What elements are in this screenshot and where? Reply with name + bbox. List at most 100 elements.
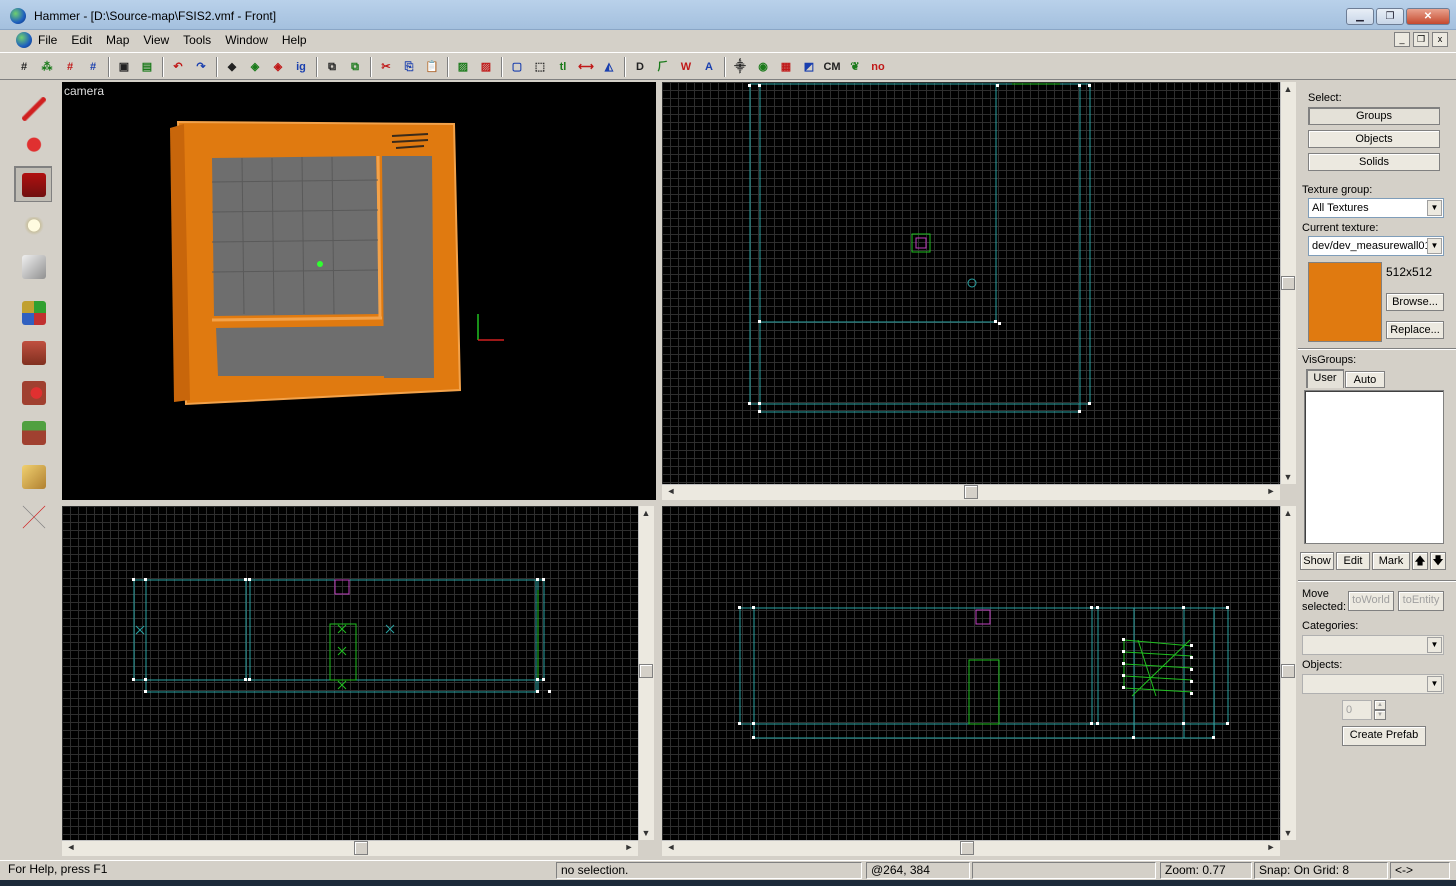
browse-button[interactable]: Browse...: [1386, 293, 1444, 311]
vertex-icon[interactable]: ⸎: [730, 57, 750, 77]
scroll-left-icon[interactable]: ◄: [664, 842, 678, 852]
to-entity-button[interactable]: toEntity: [1398, 591, 1444, 611]
hide-icon[interactable]: ◈: [245, 57, 265, 77]
paste-icon[interactable]: 📋: [422, 57, 442, 77]
scroll-thumb[interactable]: [964, 485, 978, 499]
scroll-up-icon[interactable]: ▲: [1281, 508, 1295, 518]
apply-texture-button[interactable]: [14, 334, 52, 370]
carve-icon[interactable]: ◆: [222, 57, 242, 77]
visgroup-mark-button[interactable]: Mark: [1372, 552, 1410, 570]
texture-group-select[interactable]: All Textures ▼: [1308, 198, 1444, 218]
front-view-hscroll[interactable]: ◄ ►: [62, 840, 638, 856]
side-view-hscroll[interactable]: ◄ ►: [662, 840, 1280, 856]
toggle-texlock-icon[interactable]: ▨: [476, 57, 496, 77]
menu-window[interactable]: Window: [225, 33, 268, 47]
objects-select[interactable]: ▼: [1302, 674, 1444, 694]
visgroups-list[interactable]: [1304, 390, 1444, 544]
scroll-up-icon[interactable]: ▲: [639, 508, 653, 518]
tab-auto[interactable]: Auto: [1345, 371, 1385, 388]
scroll-up-icon[interactable]: ▲: [1281, 84, 1295, 94]
tl-icon[interactable]: tl: [553, 57, 573, 77]
scroll-down-icon[interactable]: ▼: [1281, 828, 1295, 838]
top-view-vscroll[interactable]: ▲ ▼: [1280, 82, 1296, 484]
copy-icon[interactable]: ⎘: [399, 57, 419, 77]
grid-3d-icon[interactable]: ⁂: [37, 57, 57, 77]
toggle-helpers-icon[interactable]: ▨: [453, 57, 473, 77]
visgroup-show-button[interactable]: Show: [1300, 552, 1334, 570]
categories-select[interactable]: ▼: [1302, 635, 1444, 655]
mdi-minimize-button[interactable]: _: [1394, 32, 1410, 47]
show-3d-icon[interactable]: ◉: [753, 57, 773, 77]
models-icon[interactable]: ▦: [776, 57, 796, 77]
cut-icon[interactable]: ✂: [376, 57, 396, 77]
chevron-down-icon[interactable]: ▼: [1427, 676, 1442, 692]
replace-button[interactable]: Replace...: [1386, 321, 1444, 339]
nodraw-icon[interactable]: no: [868, 57, 888, 77]
chevron-down-icon[interactable]: ▼: [1427, 637, 1442, 653]
to-world-button[interactable]: toWorld: [1348, 591, 1394, 611]
group-icon[interactable]: ▣: [114, 57, 134, 77]
scale-icon[interactable]: ⟷: [576, 57, 596, 77]
decal-tool-button[interactable]: [14, 374, 52, 410]
create-prefab-button[interactable]: Create Prefab: [1342, 726, 1426, 746]
select-groups-button[interactable]: Groups: [1308, 107, 1440, 125]
path-icon[interactable]: ⺁: [653, 57, 673, 77]
object-index-spinner[interactable]: 0: [1342, 700, 1372, 720]
unhide-icon[interactable]: ◈: [268, 57, 288, 77]
menu-file[interactable]: File: [38, 33, 57, 47]
scroll-left-icon[interactable]: ◄: [664, 486, 678, 496]
block-tool-button[interactable]: [14, 248, 52, 284]
magnify-tool-button[interactable]: [14, 128, 52, 164]
scroll-left-icon[interactable]: ◄: [64, 842, 78, 852]
front-viewport[interactable]: [62, 506, 638, 840]
select-objects-button[interactable]: Objects: [1308, 130, 1440, 148]
top-viewport[interactable]: [662, 82, 1280, 484]
mdi-close-button[interactable]: x: [1432, 32, 1448, 47]
check-problems-icon[interactable]: ⧉: [345, 57, 365, 77]
scroll-thumb[interactable]: [354, 841, 368, 855]
menu-view[interactable]: View: [143, 33, 169, 47]
entity-tool-button[interactable]: [14, 210, 52, 246]
close-button[interactable]: ✕: [1406, 8, 1450, 25]
scroll-thumb[interactable]: [1281, 664, 1295, 678]
bounding-box-icon[interactable]: ▢: [507, 57, 527, 77]
side-viewport[interactable]: [662, 506, 1280, 840]
scroll-right-icon[interactable]: ►: [622, 842, 636, 852]
scroll-down-icon[interactable]: ▼: [639, 828, 653, 838]
ignore-groups-icon[interactable]: ig: [291, 57, 311, 77]
chevron-down-icon[interactable]: ▼: [1427, 200, 1442, 216]
menu-tools[interactable]: Tools: [183, 33, 211, 47]
grid-smaller-icon[interactable]: #: [60, 57, 80, 77]
clip-icon[interactable]: A: [699, 57, 719, 77]
scroll-thumb[interactable]: [1281, 276, 1295, 290]
toggle-texture-button[interactable]: [14, 294, 52, 330]
tab-user[interactable]: User: [1306, 369, 1344, 388]
mdi-restore-button[interactable]: ❐: [1413, 32, 1429, 47]
camera-viewport[interactable]: [62, 82, 656, 500]
selection-tool-button[interactable]: [14, 90, 52, 126]
flip-icon[interactable]: ◭: [599, 57, 619, 77]
scroll-thumb[interactable]: [639, 664, 653, 678]
leaf-icon[interactable]: ❦: [845, 57, 865, 77]
side-view-vscroll[interactable]: ▲ ▼: [1280, 506, 1296, 840]
ungroup-icon[interactable]: ▤: [137, 57, 157, 77]
front-view-vscroll[interactable]: ▲ ▼: [638, 506, 654, 840]
visgroup-down-button[interactable]: 🡇: [1430, 552, 1446, 570]
scroll-right-icon[interactable]: ►: [1264, 842, 1278, 852]
grid-larger-icon[interactable]: #: [83, 57, 103, 77]
visgroup-up-button[interactable]: 🡅: [1412, 552, 1428, 570]
undo-icon[interactable]: ↶: [168, 57, 188, 77]
maximize-button[interactable]: ❐: [1376, 8, 1404, 25]
clipping-tool-button[interactable]: [14, 458, 52, 494]
overlay-tool-button[interactable]: [14, 414, 52, 450]
spinner-down-icon[interactable]: ▼: [1374, 710, 1386, 720]
document-icon[interactable]: [16, 32, 32, 48]
entity-report-icon[interactable]: ⧉: [322, 57, 342, 77]
scroll-right-icon[interactable]: ►: [1264, 486, 1278, 496]
top-view-hscroll[interactable]: ◄ ►: [662, 484, 1280, 500]
visgroup-edit-button[interactable]: Edit: [1336, 552, 1370, 570]
current-texture-select[interactable]: dev/dev_measurewall01 ▼: [1308, 236, 1444, 256]
redo-icon[interactable]: ↷: [191, 57, 211, 77]
camera-tool-button[interactable]: [14, 166, 52, 202]
rotate-icon[interactable]: W: [676, 57, 696, 77]
